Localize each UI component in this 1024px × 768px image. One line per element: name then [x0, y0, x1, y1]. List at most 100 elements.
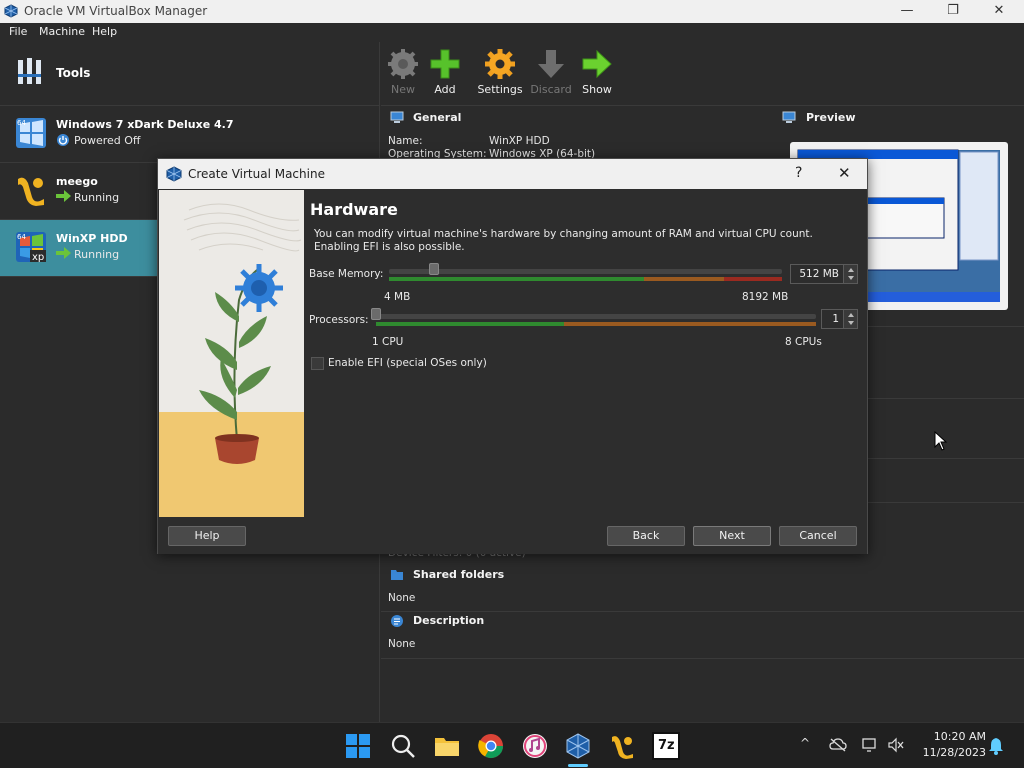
general-section-title: General: [413, 111, 462, 124]
memory-min-label: 4 MB: [384, 291, 411, 303]
window-title: Oracle VM VirtualBox Manager: [24, 4, 208, 18]
memory-spin-arrows[interactable]: [843, 265, 857, 283]
virtualbox-dialog-icon: [166, 166, 182, 182]
notification-bell-icon[interactable]: [988, 737, 1004, 755]
vm-row-windows7[interactable]: 64 Windows 7 xDark Deluxe 4.7 Powered Of…: [0, 106, 380, 163]
shared-folders-value: None: [388, 592, 416, 604]
window-titlebar: Oracle VM VirtualBox Manager — ❐ ✕: [0, 0, 1024, 23]
base-memory-label: Base Memory:: [309, 268, 384, 280]
cpu-slider-scale: [376, 322, 816, 326]
active-app-indicator: [568, 764, 588, 767]
powered-off-icon: [57, 134, 69, 146]
cpu-max-label: 8 CPUs: [785, 336, 822, 348]
cpu-slider-handle[interactable]: [371, 308, 381, 320]
search-icon[interactable]: [389, 732, 417, 760]
cpu-spinbox[interactable]: 1: [821, 309, 858, 329]
preview-monitor-icon: [782, 111, 796, 123]
hardware-page: Hardware You can modify virtual machine'…: [304, 190, 867, 517]
name-label: Name:: [388, 135, 423, 147]
windows7-os-icon: 64: [16, 118, 46, 148]
tools-label: Tools: [56, 66, 91, 80]
file-explorer-icon[interactable]: [433, 732, 461, 760]
add-button[interactable]: Add: [417, 46, 473, 102]
general-monitor-icon: [390, 111, 404, 123]
windows-taskbar: 7z ^ 10:20 AM 11/28/2023: [0, 722, 1024, 768]
vm-state: Running: [74, 191, 120, 204]
cpu-min-label: 1 CPU: [372, 336, 404, 348]
new-gear-icon: [388, 49, 418, 79]
efi-label[interactable]: Enable EFI (special OSes only): [328, 357, 487, 369]
settings-button[interactable]: Settings: [472, 46, 528, 102]
close-window-button[interactable]: ✕: [976, 0, 1022, 23]
7zip-label: 7z: [658, 738, 675, 753]
meego-icon[interactable]: [608, 732, 636, 760]
tools-icon: [18, 58, 41, 84]
discard-arrow-icon: [538, 50, 564, 78]
next-button[interactable]: Next: [693, 526, 771, 546]
main-toolbar: New Add Settings Discard Show: [381, 42, 1024, 106]
cancel-button[interactable]: Cancel: [779, 526, 857, 546]
start-icon[interactable]: [344, 732, 372, 760]
itunes-icon[interactable]: [521, 732, 549, 760]
page-description-line1: You can modify virtual machine's hardwar…: [314, 228, 813, 240]
virtualbox-icon[interactable]: [564, 732, 592, 760]
memory-spinbox[interactable]: 512 MB: [790, 264, 858, 284]
cpu-slider-track: [376, 314, 816, 319]
cpu-value: 1: [832, 313, 839, 325]
mouse-cursor-icon: [934, 431, 948, 451]
settings-label: Settings: [477, 83, 523, 96]
back-button[interactable]: Back: [607, 526, 685, 546]
show-arrow-icon: [582, 49, 612, 79]
settings-gear-icon: [485, 49, 515, 79]
vm-name: Windows 7 xDark Deluxe 4.7: [56, 118, 234, 131]
restore-button[interactable]: ❐: [930, 0, 976, 23]
spin-up-down-icon: [848, 268, 854, 280]
vm-state: Powered Off: [74, 134, 141, 147]
7zip-icon[interactable]: 7z: [652, 732, 680, 760]
cloud-offline-icon[interactable]: [829, 737, 847, 753]
efi-checkbox[interactable]: [311, 357, 324, 370]
menu-machine[interactable]: Machine: [39, 25, 85, 38]
volume-muted-icon[interactable]: [887, 737, 905, 753]
memory-slider-track: [389, 269, 782, 274]
meego-os-icon: [18, 177, 44, 206]
menu-help[interactable]: Help: [92, 25, 117, 38]
chrome-icon[interactable]: [477, 732, 505, 760]
vm-state: Running: [74, 248, 120, 261]
winxp-os-icon: 64 xp: [16, 232, 46, 263]
processors-label: Processors:: [309, 314, 369, 326]
memory-slider-handle[interactable]: [429, 263, 440, 275]
dialog-close-button[interactable]: ✕: [838, 164, 851, 182]
running-arrow-icon: [56, 190, 71, 202]
show-label: Show: [582, 83, 612, 96]
page-heading: Hardware: [310, 200, 398, 219]
vm-name: meego: [56, 175, 98, 188]
description-icon: [391, 615, 403, 627]
network-icon[interactable]: [861, 737, 879, 753]
tray-overflow-chevron[interactable]: ^: [800, 736, 810, 750]
shared-folders-title: Shared folders: [413, 568, 505, 581]
shared-folder-icon: [391, 570, 403, 580]
vm-name: WinXP HDD: [56, 232, 128, 245]
wizard-side-illustration: [159, 190, 304, 517]
tools-row[interactable]: Tools: [0, 42, 380, 106]
64bit-badge: 64: [17, 119, 26, 127]
clock-date: 11/28/2023: [922, 746, 986, 759]
minimize-button[interactable]: —: [884, 0, 930, 23]
help-button[interactable]: Help: [168, 526, 246, 546]
cpu-spin-arrows[interactable]: [843, 310, 857, 328]
menu-file[interactable]: File: [9, 25, 27, 38]
menu-bar: File Machine Help: [0, 23, 1024, 42]
preview-section-title: Preview: [806, 111, 856, 124]
dialog-titlebar: Create Virtual Machine ? ✕: [158, 159, 867, 189]
svg-text:xp: xp: [32, 252, 44, 263]
dialog-help-button[interactable]: ?: [795, 165, 802, 181]
plant-illustration: [159, 190, 304, 517]
show-button[interactable]: Show: [569, 46, 625, 102]
dialog-title: Create Virtual Machine: [188, 167, 325, 181]
create-vm-dialog: Create Virtual Machine ? ✕ Hardware You …: [157, 158, 868, 554]
dialog-footer: Help Back Next Cancel: [158, 517, 867, 554]
clock[interactable]: 10:20 AM 11/28/2023: [923, 729, 986, 761]
spin-up-down-icon: [848, 313, 854, 325]
virtualbox-app-icon: [4, 4, 18, 18]
